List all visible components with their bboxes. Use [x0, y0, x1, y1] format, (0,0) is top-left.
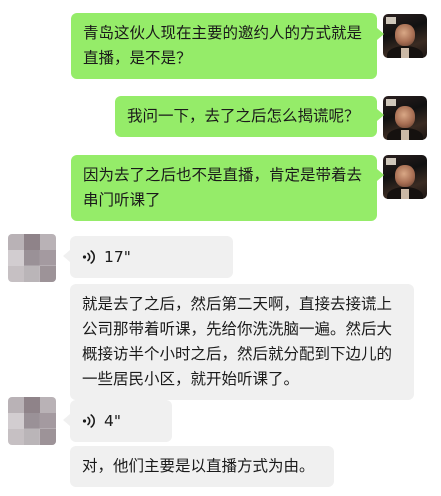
message-bubble-received[interactable]: 就是去了之后，然后第二天啊，直接去接谎上公司那带着听课，先给你洗洗脑一遍。然后大…: [70, 284, 414, 400]
my-avatar[interactable]: [383, 14, 427, 58]
voice-wave-icon: [82, 414, 95, 428]
bubble-tail: [63, 250, 70, 262]
message-text: 青岛这伙人现在主要的邀约人的方式就是直播，是不是？: [83, 24, 363, 67]
contact-avatar[interactable]: [8, 397, 56, 445]
bubble-tail: [377, 28, 384, 40]
my-avatar[interactable]: [383, 96, 427, 140]
message-bubble-sent[interactable]: 青岛这伙人现在主要的邀约人的方式就是直播，是不是？: [71, 13, 377, 79]
message-bubble-sent[interactable]: 我问一下，去了之后怎么揭谎呢？: [115, 96, 377, 137]
message-text: 就是去了之后，然后第二天啊，直接去接谎上公司那带着听课，先给你洗洗脑一遍。然后大…: [82, 295, 393, 388]
message-text: 我问一下，去了之后怎么揭谎呢？: [127, 107, 360, 125]
contact-avatar[interactable]: [8, 234, 56, 282]
bubble-tail: [377, 169, 384, 181]
message-bubble-sent[interactable]: 因为去了之后也不是直播，肯定是带着去串门听课了: [71, 155, 377, 221]
bubble-tail: [377, 109, 384, 121]
my-avatar[interactable]: [383, 155, 427, 199]
voice-duration: 17": [104, 247, 131, 266]
voice-message[interactable]: 17": [70, 236, 233, 278]
voice-wave-icon: [82, 250, 95, 264]
chat-conversation: 青岛这伙人现在主要的邀约人的方式就是直播，是不是？ 我问一下，去了之后怎么揭谎呢…: [0, 0, 441, 496]
voice-message[interactable]: 4": [70, 400, 172, 442]
message-bubble-received[interactable]: 对，他们主要是以直播方式为由。: [70, 446, 334, 487]
bubble-tail: [63, 414, 70, 426]
message-text: 因为去了之后也不是直播，肯定是带着去串门听课了: [83, 166, 363, 209]
voice-duration: 4": [104, 411, 121, 430]
message-text: 对，他们主要是以直播方式为由。: [82, 457, 315, 475]
